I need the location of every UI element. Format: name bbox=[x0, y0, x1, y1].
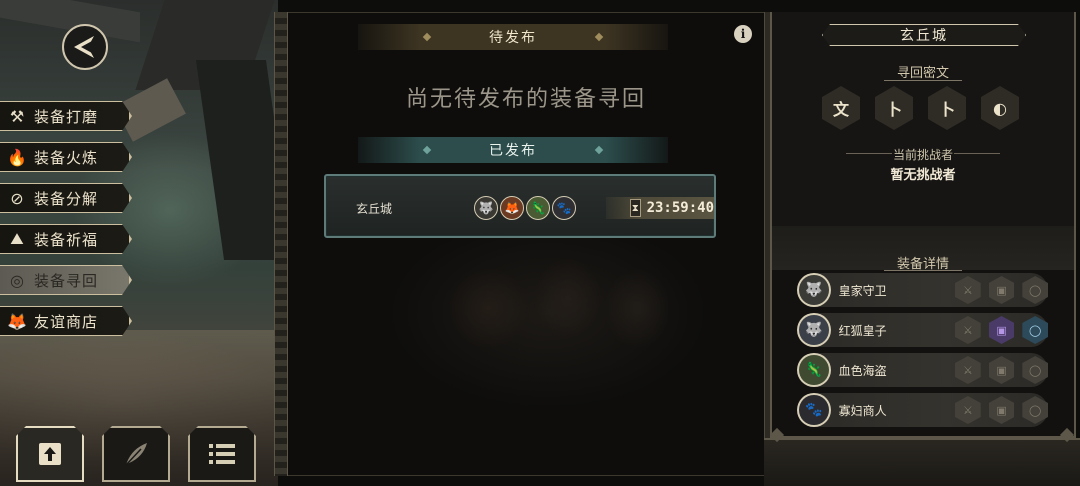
hourglass-icon: ⧗ bbox=[630, 199, 641, 217]
hero-avatar: 🐾 bbox=[797, 393, 831, 427]
cipher-glyph-icon[interactable]: 卜 bbox=[928, 86, 966, 130]
publish-icon bbox=[39, 443, 61, 465]
ring-slot-icon[interactable]: ◯ bbox=[1022, 356, 1048, 384]
fire-icon: 🔥 bbox=[7, 147, 27, 167]
weapon-slot-icon[interactable]: ⚔ bbox=[955, 276, 981, 304]
menu-item-label: 装备火炼 bbox=[34, 148, 99, 167]
ring-slot-icon[interactable]: ◯ bbox=[1022, 276, 1048, 304]
quest-avatars: 🐺 🦊 🦎 🐾 bbox=[474, 196, 576, 220]
disassemble-icon: ⊘ bbox=[10, 188, 24, 208]
back-arrow-icon bbox=[74, 36, 94, 58]
hammer-icon: ⚒ bbox=[9, 106, 25, 126]
details-underline bbox=[884, 270, 962, 271]
ring-slot-icon[interactable]: ◯ bbox=[1022, 316, 1048, 344]
menu-item-1[interactable]: 🔥 装备火炼 bbox=[0, 142, 132, 172]
cipher-glyph-icon[interactable]: 文 bbox=[822, 86, 860, 130]
challenger-label: 当前挑战者 bbox=[892, 148, 953, 162]
retrieve-icon: ◎ bbox=[10, 270, 24, 290]
menu-item-2[interactable]: ⊘ 装备分解 bbox=[0, 183, 132, 213]
center-panel: 待发布 i 尚无待发布的装备寻回 已发布 玄丘城 🐺 🦊 🦎 🐾 ⧗ 23:59:40 bbox=[288, 12, 764, 476]
background-characters bbox=[448, 238, 668, 378]
menu-item-4[interactable]: ◎ 装备寻回 bbox=[0, 265, 132, 295]
armor-slot-icon[interactable]: ▣ bbox=[988, 396, 1015, 424]
menu-item-label: 友谊商店 bbox=[34, 312, 99, 331]
feather-icon bbox=[125, 443, 147, 466]
quest-avatar: 🐾 bbox=[552, 196, 576, 220]
hero-name: 寡妇商人 bbox=[838, 403, 887, 418]
hero-avatar: 🐺 bbox=[797, 273, 831, 307]
city-title: 玄丘城 bbox=[822, 24, 1026, 46]
details-header: 装备详情 bbox=[772, 226, 1074, 272]
hero-name: 皇家守卫 bbox=[838, 283, 887, 298]
ring-slot-icon[interactable]: ◯ bbox=[1022, 396, 1048, 424]
menu-item-label: 装备祈福 bbox=[34, 230, 99, 249]
quest-city: 玄丘城 bbox=[356, 202, 393, 216]
quest-avatar: 🦊 bbox=[500, 196, 524, 220]
armor-slot-icon[interactable]: ▣ bbox=[988, 356, 1015, 384]
fox-icon: 🦊 bbox=[7, 311, 27, 331]
hero-row[interactable]: 🦎 血色海盗 ⚔ ▣ ◯ bbox=[797, 353, 1048, 387]
challenger-value: 暂无挑战者 bbox=[890, 168, 956, 183]
panel-frame-bottom bbox=[764, 438, 1080, 486]
publish-button[interactable] bbox=[16, 426, 84, 482]
empty-pending-message: 尚无待发布的装备寻回 bbox=[405, 87, 646, 112]
hero-row[interactable]: 🐺 红狐皇子 ⚔ ▣ ◯ bbox=[797, 313, 1048, 347]
prayer-icon: ⛰ bbox=[10, 229, 24, 248]
diamond-ornament bbox=[594, 145, 604, 155]
menu-item-3[interactable]: ⛰ 装备祈福 bbox=[0, 224, 132, 254]
menu-item-5[interactable]: 🦊 友谊商店 bbox=[0, 306, 132, 336]
menu-item-label: 装备打磨 bbox=[34, 107, 99, 126]
cipher-label: 寻回密文 bbox=[896, 66, 949, 81]
hero-avatar: 🐺 bbox=[797, 313, 831, 347]
weapon-slot-icon[interactable]: ⚔ bbox=[955, 396, 981, 424]
bottom-nav bbox=[16, 426, 256, 482]
feather-button[interactable] bbox=[102, 426, 170, 482]
hero-name: 红狐皇子 bbox=[838, 323, 887, 338]
side-menu: ⚒ 装备打磨 🔥 装备火炼 ⊘ 装备分解 ⛰ 装备祈福 ◎ 装备寻回 🦊 友谊商店 bbox=[0, 101, 132, 347]
quest-avatar: 🦎 bbox=[526, 196, 550, 220]
armor-slot-icon[interactable]: ▣ bbox=[988, 316, 1015, 344]
info-icon[interactable]: i bbox=[734, 25, 752, 43]
menu-item-label: 装备分解 bbox=[34, 189, 99, 208]
diamond-ornament bbox=[422, 145, 432, 155]
published-title: 已发布 bbox=[489, 143, 537, 159]
menu-item-label: 装备寻回 bbox=[34, 271, 99, 290]
back-button[interactable] bbox=[62, 24, 108, 70]
cipher-underline bbox=[884, 80, 962, 81]
armor-slot-icon[interactable]: ▣ bbox=[988, 276, 1015, 304]
timer-value: 23:59:40 bbox=[646, 200, 714, 216]
right-panel: 玄丘城 寻回密文 文卜卜 ◐ 当前挑战者 暂无挑战者 装备详情 🐺 皇家守卫 ⚔ ▣ ◯ 🐺… bbox=[770, 12, 1076, 438]
scene-rubble bbox=[195, 60, 278, 260]
hero-name: 血色海盗 bbox=[838, 363, 887, 378]
hero-row[interactable]: 🐾 寡妇商人 ⚔ ▣ ◯ bbox=[797, 393, 1048, 427]
cipher-glyph-icon[interactable]: 卜 bbox=[875, 86, 913, 130]
quest-timer: ⧗ 23:59:40 bbox=[606, 197, 714, 219]
cipher-glyph-icon[interactable]: ◐ bbox=[981, 86, 1019, 130]
hero-row[interactable]: 🐺 皇家守卫 ⚔ ▣ ◯ bbox=[797, 273, 1048, 307]
quest-avatar: 🐺 bbox=[474, 196, 498, 220]
pending-title: 待发布 bbox=[489, 30, 537, 46]
cipher-section: 玄丘城 寻回密文 文卜卜 ◐ 当前挑战者 暂无挑战者 bbox=[772, 12, 1074, 226]
weapon-slot-icon[interactable]: ⚔ bbox=[955, 356, 981, 384]
cipher-row: 文卜卜 ◐ bbox=[822, 86, 1019, 130]
pending-banner: 待发布 bbox=[358, 24, 668, 50]
diamond-ornament bbox=[594, 32, 604, 42]
diamond-ornament bbox=[422, 32, 432, 42]
left-divider bbox=[274, 12, 288, 476]
list-icon bbox=[209, 444, 235, 464]
menu-item-0[interactable]: ⚒ 装备打磨 bbox=[0, 101, 132, 131]
weapon-slot-icon[interactable]: ⚔ bbox=[955, 316, 981, 344]
published-banner: 已发布 bbox=[358, 137, 668, 163]
published-quest-card[interactable]: 玄丘城 🐺 🦊 🦎 🐾 ⧗ 23:59:40 bbox=[324, 174, 716, 238]
list-button[interactable] bbox=[188, 426, 256, 482]
hero-avatar: 🦎 bbox=[797, 353, 831, 387]
